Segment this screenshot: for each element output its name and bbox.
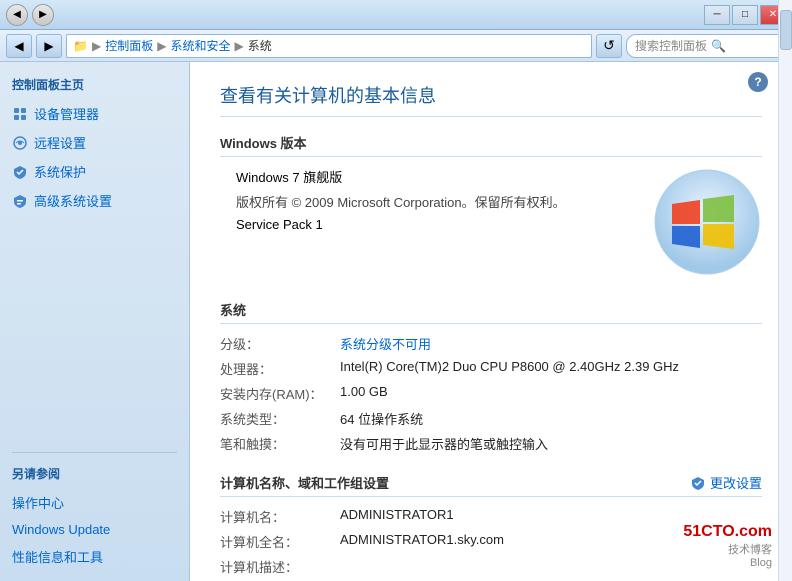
windows-info: Windows 7 旗舰版 版权所有 © 2009 Microsoft Corp…: [220, 167, 652, 238]
sidebar-divider: [12, 452, 177, 453]
title-bar-controls: ─ □ ✕: [704, 5, 786, 25]
sidebar-item-remote[interactable]: 远程设置: [0, 128, 189, 157]
service-pack-label: Service Pack 1: [236, 217, 323, 232]
windows-edition: Windows 7 旗舰版: [236, 170, 342, 185]
rating-label: 分级：: [220, 334, 340, 353]
sidebar: 控制面板主页 设备管理器 远程设置: [0, 62, 190, 581]
breadcrumb-item-1[interactable]: 控制面板: [105, 37, 153, 54]
computer-desc-label: 计算机描述：: [220, 557, 340, 576]
page-title: 查看有关计算机的基本信息: [220, 82, 762, 117]
content-area: ? 查看有关计算机的基本信息 Windows 版本 Windows 7 旗舰版 …: [190, 62, 792, 581]
pen-touch-value: 没有可用于此显示器的笔或触控输入: [340, 434, 762, 453]
system-section: 系统 分级： 系统分级不可用 处理器： Intel(R) Core(TM)2 D…: [220, 300, 762, 453]
sidebar-item-label: 系统保护: [34, 162, 86, 181]
breadcrumb-item-2[interactable]: 系统和安全: [170, 37, 230, 54]
back-button[interactable]: ◀: [6, 34, 32, 58]
system-section-header: 系统: [220, 300, 762, 324]
rating-row: 分级： 系统分级不可用: [220, 334, 762, 353]
ram-value: 1.00 GB: [340, 384, 762, 403]
rating-value[interactable]: 系统分级不可用: [340, 334, 762, 353]
sidebar-item-windows-update[interactable]: Windows Update: [0, 517, 189, 542]
windows-section: Windows 7 旗舰版 版权所有 © 2009 Microsoft Corp…: [220, 167, 762, 280]
watermark: 51CTO.com 技术博客 Blog: [683, 523, 772, 569]
watermark-line2: 技术博客: [683, 541, 772, 557]
sidebar-item-device-manager[interactable]: 设备管理器: [0, 99, 189, 128]
breadcrumb-sep1: ▶: [92, 39, 101, 53]
sidebar-item-advanced[interactable]: 高级系统设置: [0, 186, 189, 215]
forward-button[interactable]: ▶: [36, 34, 62, 58]
computer-desc-row: 计算机描述：: [220, 557, 762, 576]
search-icon[interactable]: 🔍: [711, 39, 726, 53]
folder-icon: 📁: [73, 39, 88, 53]
also-section-title: 另请参阅: [0, 461, 189, 488]
pen-touch-label: 笔和触摸：: [220, 434, 340, 453]
title-bar: ◀ ▶ ─ □ ✕: [0, 0, 792, 30]
search-placeholder-text: 搜索控制面板: [635, 37, 707, 54]
address-bar: ◀ ▶ 📁 ▶ 控制面板 ▶ 系统和安全 ▶ 系统 ↺ 搜索控制面板 🔍: [0, 30, 792, 62]
system-type-value: 64 位操作系统: [340, 409, 762, 428]
refresh-button[interactable]: ↺: [596, 34, 622, 58]
windows-section-header: Windows 版本: [220, 133, 762, 157]
sidebar-item-action-center[interactable]: 操作中心: [0, 488, 189, 517]
sidebar-item-performance[interactable]: 性能信息和工具: [0, 542, 189, 571]
search-bar[interactable]: 搜索控制面板 🔍: [626, 34, 786, 58]
windows-copyright: 版权所有 © 2009 Microsoft Corporation。保留所有权利…: [236, 195, 566, 210]
sidebar-item-label: Windows Update: [12, 522, 110, 537]
breadcrumb-bar[interactable]: 📁 ▶ 控制面板 ▶ 系统和安全 ▶ 系统: [66, 34, 592, 58]
main-layout: 控制面板主页 设备管理器 远程设置: [0, 62, 792, 581]
breadcrumb-item-3: 系统: [248, 37, 272, 54]
scrollbar[interactable]: [778, 0, 792, 581]
help-button[interactable]: ?: [748, 72, 768, 92]
computer-fullname-label: 计算机全名：: [220, 532, 340, 551]
window-back-button[interactable]: ◀: [6, 4, 28, 26]
computer-name-row: 计算机名： ADMINISTRATOR1: [220, 507, 762, 526]
minimize-button[interactable]: ─: [704, 5, 730, 25]
change-settings-label: 更改设置: [710, 473, 762, 492]
computer-fullname-row: 计算机全名： ADMINISTRATOR1.sky.com: [220, 532, 762, 551]
watermark-main: 51CTO.com: [683, 523, 772, 541]
sidebar-item-label: 操作中心: [12, 493, 64, 512]
sidebar-item-label: 设备管理器: [34, 104, 99, 123]
ram-row: 安装内存(RAM)： 1.00 GB: [220, 384, 762, 403]
advanced-icon: [12, 193, 28, 209]
sidebar-bottom: 另请参阅 操作中心 Windows Update 性能信息和工具: [0, 434, 189, 571]
computer-name-label: 计算机名：: [220, 507, 340, 526]
pen-touch-row: 笔和触摸： 没有可用于此显示器的笔或触控输入: [220, 434, 762, 453]
sidebar-item-label: 性能信息和工具: [12, 547, 103, 566]
processor-value: Intel(R) Core(TM)2 Duo CPU P8600 @ 2.40G…: [340, 359, 762, 378]
sidebar-main-title: 控制面板主页: [0, 72, 189, 99]
window-forward-button[interactable]: ▶: [32, 4, 54, 26]
watermark-line3: Blog: [683, 557, 772, 569]
sidebar-item-label: 远程设置: [34, 133, 86, 152]
device-manager-icon: [12, 106, 28, 122]
remote-icon: [12, 135, 28, 151]
processor-row: 处理器： Intel(R) Core(TM)2 Duo CPU P8600 @ …: [220, 359, 762, 378]
system-type-row: 系统类型： 64 位操作系统: [220, 409, 762, 428]
breadcrumb-sep2: ▶: [157, 39, 166, 53]
change-settings-button[interactable]: 更改设置: [690, 473, 762, 492]
computer-section: 计算机名称、域和工作组设置 更改设置 计算机名： ADMINISTRATOR1 …: [220, 473, 762, 581]
breadcrumb-sep3: ▶: [234, 39, 243, 53]
system-protect-icon: [12, 164, 28, 180]
windows-logo: [652, 167, 762, 280]
maximize-button[interactable]: □: [732, 5, 758, 25]
computer-section-header: 计算机名称、域和工作组设置: [220, 473, 389, 492]
processor-label: 处理器：: [220, 359, 340, 378]
system-type-label: 系统类型：: [220, 409, 340, 428]
ram-label: 安装内存(RAM)：: [220, 384, 340, 403]
sidebar-item-system-protect[interactable]: 系统保护: [0, 157, 189, 186]
sidebar-item-label: 高级系统设置: [34, 191, 112, 210]
title-bar-left: ◀ ▶: [6, 4, 54, 26]
